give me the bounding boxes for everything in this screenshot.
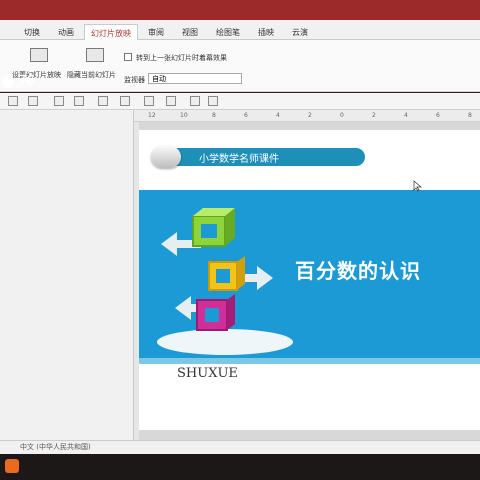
shadow-ellipse — [157, 329, 293, 355]
tab-transitions[interactable]: 切换 — [18, 24, 46, 40]
ruler-tick: 2 — [372, 112, 376, 119]
tab-insert-show[interactable]: 插映 — [252, 24, 280, 40]
ruler-tick: 8 — [468, 112, 472, 119]
viewer-count: 76 — [2, 74, 62, 94]
mouse-cursor-icon — [413, 180, 422, 192]
monitor-label: 监视器 — [124, 76, 145, 84]
ribbon-panel: 设置幻灯片放映 隐藏当前幻灯片 转到上一张幻灯片时着幕效果 监视器 自动 — [0, 40, 480, 92]
monitor-select[interactable]: 自动 — [148, 73, 242, 84]
slide-thumbnail-pane[interactable] — [0, 110, 134, 440]
slideshow-settings-icon[interactable] — [30, 48, 48, 62]
window-title-bar — [0, 0, 480, 20]
new-file-icon[interactable] — [8, 96, 18, 106]
horizontal-ruler: 12 10 8 6 4 2 0 2 4 6 8 — [134, 110, 480, 122]
tab-view[interactable]: 视图 — [176, 24, 204, 40]
record-icon[interactable] — [166, 96, 176, 106]
viewer-count-value: 76 — [18, 74, 35, 89]
ruler-tick: 6 — [436, 112, 440, 119]
ruler-tick: 2 — [308, 112, 312, 119]
app-launcher-icon[interactable] — [5, 459, 19, 473]
cubes-illustration — [157, 208, 293, 355]
ruler-tick: 12 — [148, 112, 156, 119]
ruler-tick: 0 — [340, 112, 344, 119]
ruler-tick: 4 — [276, 112, 280, 119]
media-icon[interactable] — [190, 96, 200, 106]
slide-title: 百分数的认识 — [295, 259, 421, 283]
image-icon[interactable] — [28, 96, 38, 106]
ruler-tick: 4 — [404, 112, 408, 119]
layout-icon[interactable] — [144, 96, 154, 106]
yellow-cube-side — [237, 256, 245, 290]
magenta-cube-side — [227, 294, 235, 330]
ruler-tick: 10 — [180, 112, 188, 119]
tab-cloud[interactable]: 云演 — [286, 24, 314, 40]
text-box-icon[interactable] — [120, 96, 130, 106]
tab-slideshow[interactable]: 幻灯片放映 — [84, 24, 138, 40]
tab-animations[interactable]: 动画 — [52, 24, 80, 40]
tab-review[interactable]: 审阅 — [142, 24, 170, 40]
taskbar — [0, 454, 480, 480]
slide-subtitle: SHUXUE — [177, 366, 238, 381]
switch-effect-checkbox[interactable] — [124, 53, 132, 61]
ruler-tick: 8 — [212, 112, 216, 119]
hide-slide-icon[interactable] — [86, 48, 104, 62]
ruler-tick: 6 — [244, 112, 248, 119]
language-status[interactable]: 中文 (中华人民共和国) — [20, 443, 91, 451]
slide-canvas[interactable]: 小学数学名师课件 百分数的认识 SHUXUE — [139, 130, 480, 430]
switch-effect-label: 转到上一张幻灯片时着幕效果 — [136, 54, 227, 62]
chart-icon[interactable] — [98, 96, 108, 106]
table-icon[interactable] — [54, 96, 64, 106]
header-knob-decoration — [151, 146, 181, 168]
person-icon — [2, 75, 14, 88]
magenta-cube-hole — [205, 308, 219, 322]
green-cube-hole — [201, 224, 217, 238]
quick-toolbar — [0, 93, 480, 110]
slide-header-text: 小学数学名师课件 — [199, 154, 279, 165]
screenshot-icon[interactable] — [208, 96, 218, 106]
ribbon-tab-strip: 切换 动画 幻灯片放映 审阅 视图 绘图笔 插映 云演 — [0, 20, 480, 40]
shape-icon[interactable] — [74, 96, 84, 106]
hide-slide-button[interactable]: 隐藏当前幻灯片 — [67, 70, 116, 80]
status-bar: 中文 (中华人民共和国) — [0, 440, 480, 454]
yellow-cube-hole — [216, 269, 230, 283]
tab-pen[interactable]: 绘图笔 — [210, 24, 246, 40]
